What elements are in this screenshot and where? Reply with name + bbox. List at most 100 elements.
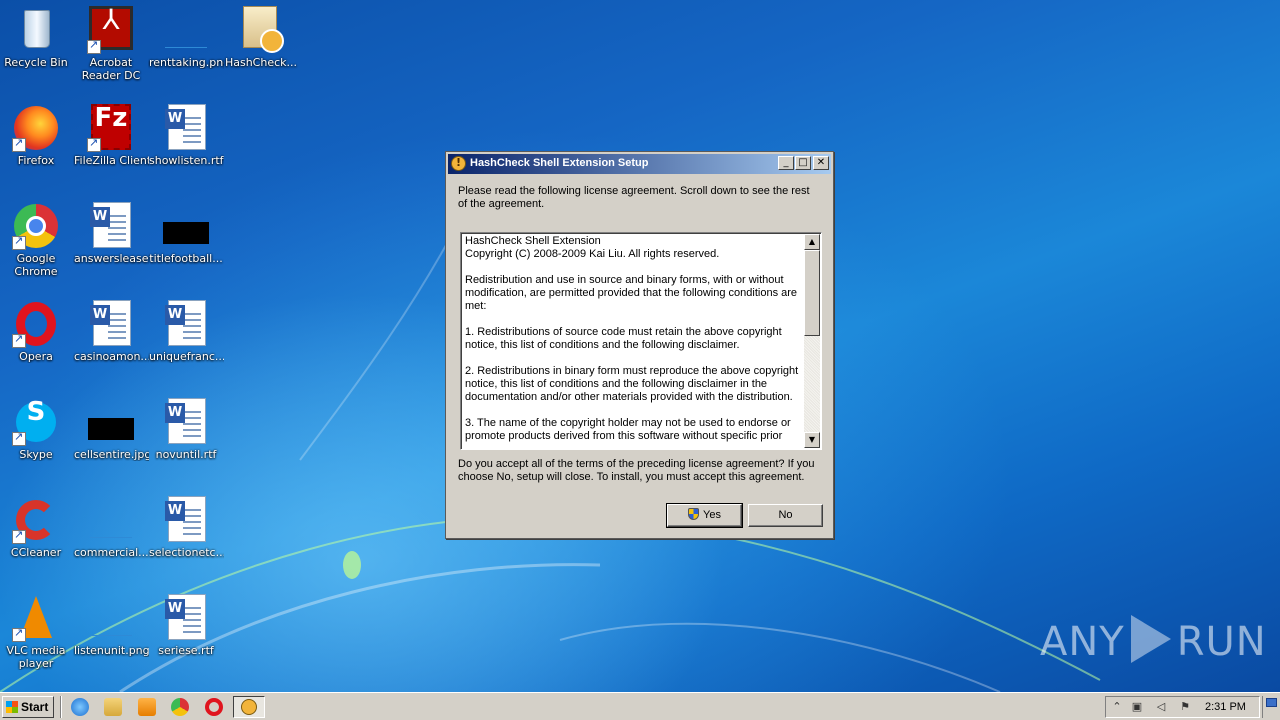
word-document-icon: W: [165, 104, 206, 150]
license-scrollbar[interactable]: ▲ ▼: [804, 234, 820, 448]
internet-explorer-icon[interactable]: [71, 698, 89, 716]
shortcut-arrow-icon: [12, 234, 26, 250]
shortcut-arrow-icon: [12, 528, 26, 544]
license-text: HashCheck Shell Extension Copyright (C) …: [465, 235, 805, 449]
close-button[interactable]: ✕: [813, 156, 829, 170]
tray-expand-icon[interactable]: ⌃: [1110, 700, 1124, 714]
uac-shield-icon: [688, 508, 700, 520]
yes-button[interactable]: Yes: [666, 503, 743, 528]
shortcut-arrow-icon: [87, 136, 101, 152]
desktop-icon-label: Firefox: [17, 154, 55, 167]
word-document-icon: W: [165, 398, 206, 444]
chrome-icon[interactable]: [171, 698, 189, 716]
desktop-icon-firefox[interactable]: Firefox: [0, 104, 74, 167]
desktop-icon-uniquefranc[interactable]: W uniquefranc...: [148, 300, 224, 363]
image-file-icon: [88, 418, 134, 440]
desktop-icon-filezilla[interactable]: Fz FileZilla Client: [73, 104, 149, 167]
desktop-icon-label: novuntil.rtf: [155, 448, 217, 461]
desktop-icon-titlefootball[interactable]: titlefootball...: [148, 202, 224, 265]
setup-warning-icon: [451, 156, 466, 171]
desktop-icon-acrobat-reader[interactable]: ⅄ Acrobat Reader DC: [73, 6, 149, 83]
show-desktop-button[interactable]: [1262, 696, 1277, 718]
license-textbox[interactable]: HashCheck Shell Extension Copyright (C) …: [460, 232, 822, 450]
png-file-icon: [90, 624, 132, 636]
minimize-button[interactable]: _: [778, 156, 794, 170]
license-line: Copyright (C) 2008-2009 Kai Liu. All rig…: [465, 248, 720, 260]
start-button[interactable]: Start: [2, 696, 54, 718]
setup-warning-icon: [241, 699, 257, 715]
desktop-icon-label: casinoamon...: [74, 350, 149, 363]
desktop-icon-casinoamon[interactable]: W casinoamon...: [73, 300, 149, 363]
desktop-icon-ccleaner[interactable]: CCleaner: [0, 496, 74, 559]
scroll-thumb[interactable]: [804, 250, 820, 336]
desktop-icon-showlisten[interactable]: W showlisten.rtf: [148, 104, 224, 167]
scroll-down-button[interactable]: ▼: [804, 432, 820, 448]
desktop-icon-label: Skype: [19, 448, 53, 461]
word-document-icon: W: [165, 594, 206, 640]
desktop-icon-label: CCleaner: [10, 546, 62, 559]
desktop-icon-cellsentire[interactable]: cellsentire.jpg: [73, 398, 149, 461]
desktop-icon-commercial[interactable]: commercial...: [73, 496, 149, 559]
setup-file-icon: [243, 6, 284, 53]
no-button-label: No: [778, 509, 793, 521]
desktop-icon-vlc[interactable]: VLC media player: [0, 594, 74, 670]
watermark-text-left: ANY: [1040, 619, 1125, 665]
opera-icon[interactable]: [205, 698, 223, 716]
taskbar-separator: [60, 696, 62, 718]
license-line: HashCheck Shell Extension: [465, 235, 601, 247]
desktop-icon-label: answerslease...: [74, 252, 149, 265]
desktop-icon-answerslease[interactable]: W answerslease...: [73, 202, 149, 265]
dialog-title: HashCheck Shell Extension Setup: [470, 157, 649, 169]
desktop-icon-opera[interactable]: Opera: [0, 300, 74, 363]
desktop-icon-seriese[interactable]: W seriese.rtf: [148, 594, 224, 657]
png-file-icon: [165, 36, 207, 48]
recycle-bin-icon: [24, 10, 50, 48]
taskbar-task-hashcheck-setup[interactable]: [233, 696, 265, 718]
network-icon[interactable]: ▣: [1130, 700, 1144, 714]
watermark-text-right: RUN: [1176, 619, 1267, 665]
desktop-icon-label: listenunit.png: [74, 644, 149, 657]
desktop-icon-label: Google Chrome: [14, 252, 58, 278]
word-document-icon: W: [90, 202, 131, 248]
desktop-icon-label: commercial...: [74, 546, 149, 559]
desktop-icon-listenunit[interactable]: listenunit.png: [73, 594, 149, 657]
shortcut-arrow-icon: [87, 38, 101, 54]
scroll-up-button[interactable]: ▲: [804, 234, 820, 250]
action-center-flag-icon[interactable]: ⚑: [1178, 700, 1192, 714]
desktop-icon-hashcheck[interactable]: HashCheck...: [223, 6, 299, 69]
desktop-icon-label: selectionetc...: [149, 546, 224, 559]
image-file-icon: [90, 526, 132, 538]
anyrun-watermark: ANY RUN: [1040, 615, 1267, 665]
desktop-icon-label: Recycle Bin: [4, 56, 68, 69]
desktop-icon-novuntil[interactable]: W novuntil.rtf: [148, 398, 224, 461]
dialog-titlebar[interactable]: HashCheck Shell Extension Setup _ □ ✕: [448, 154, 831, 174]
shortcut-arrow-icon: [12, 332, 26, 348]
desktop-icon-label: Acrobat Reader DC: [81, 56, 141, 82]
dialog-question-text: Do you accept all of the terms of the pr…: [458, 458, 815, 483]
media-player-icon[interactable]: [138, 698, 156, 716]
explorer-folder-icon[interactable]: [104, 698, 122, 716]
desktop-icon-label: renttaking.png: [149, 56, 224, 69]
desktop-icon-selectionetc[interactable]: W selectionetc...: [148, 496, 224, 559]
desktop-icon-recycle-bin[interactable]: Recycle Bin: [0, 6, 74, 69]
no-button[interactable]: No: [748, 504, 823, 527]
volume-icon[interactable]: ◁: [1154, 700, 1168, 714]
desktop-icon-label: FileZilla Client: [74, 154, 149, 167]
license-paragraph: 2. Redistributions in binary form must r…: [465, 365, 799, 403]
desktop-icon-skype[interactable]: S Skype: [0, 398, 74, 461]
desktop: Recycle Bin Firefox Google Chrome Opera …: [0, 0, 1280, 692]
desktop-icon-label: Opera: [19, 350, 53, 363]
maximize-button[interactable]: □: [795, 156, 811, 170]
word-document-icon: W: [90, 300, 131, 346]
desktop-icon-google-chrome[interactable]: Google Chrome: [0, 202, 74, 278]
image-file-icon: [163, 222, 209, 244]
yes-button-label: Yes: [703, 509, 721, 521]
taskbar-clock[interactable]: 2:31 PM: [1205, 701, 1246, 713]
dialog-intro-text: Please read the following license agreem…: [458, 185, 810, 210]
license-paragraph: Redistribution and use in source and bin…: [465, 274, 798, 312]
shortcut-arrow-icon: [12, 626, 26, 642]
desktop-icon-renttaking[interactable]: renttaking.png: [148, 6, 224, 69]
license-paragraph: 3. The name of the copyright holder may …: [465, 417, 791, 442]
license-paragraph: 1. Redistributions of source code must r…: [465, 326, 782, 351]
desktop-icon-label: uniquefranc...: [149, 350, 224, 363]
